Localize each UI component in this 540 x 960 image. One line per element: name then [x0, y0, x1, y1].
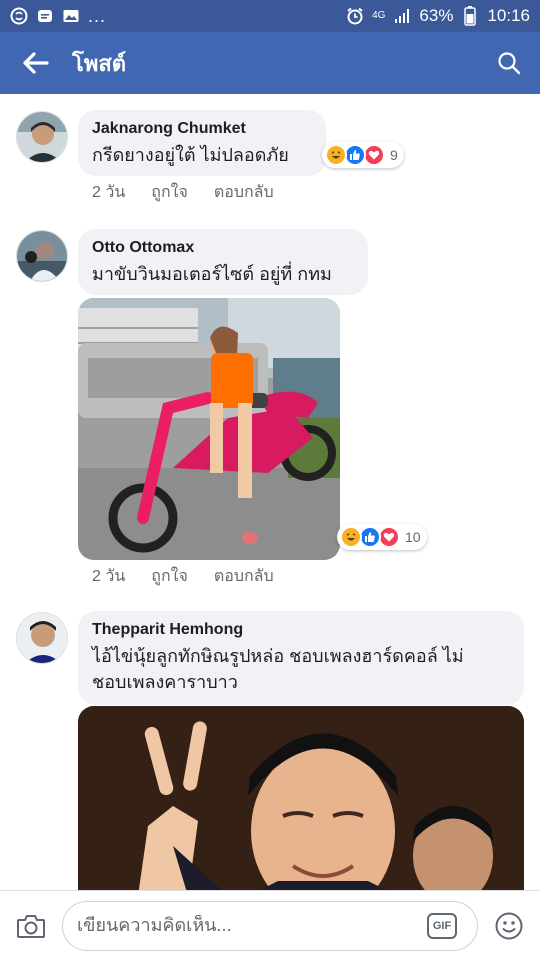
alarm-icon	[346, 7, 364, 25]
commenter-name[interactable]: Jaknarong Chumket	[92, 120, 312, 138]
image-icon	[62, 7, 80, 25]
battery-icon	[461, 6, 479, 26]
emoji-button[interactable]	[478, 911, 540, 941]
reaction-count: 9	[390, 147, 398, 163]
comment-text: กรีดยางอยู่ใต้ ไม่ปลอดภัย	[92, 145, 289, 165]
avatar[interactable]	[16, 230, 68, 282]
status-bar: ... 4G 63% 10:16	[0, 0, 540, 32]
reaction-count: 10	[405, 529, 421, 545]
haha-icon	[340, 526, 362, 548]
like-icon	[344, 144, 366, 166]
comment-input-box[interactable]: GIF	[62, 900, 478, 951]
search-button[interactable]	[478, 32, 540, 94]
messenger-icon	[36, 7, 54, 25]
comment-text-line-2: ชอบเพลงคาราบาว	[92, 672, 238, 692]
comment-text: มาขับวินมอเตอร์ไซต์ อยู่ที่ กทม	[92, 264, 332, 284]
reaction-summary[interactable]: 10	[337, 524, 427, 550]
comment-composer: GIF	[0, 890, 540, 960]
reply-link[interactable]: ตอบกลับ	[214, 564, 274, 589]
reaction-summary[interactable]: 9	[322, 142, 404, 168]
page-title: โพสต์	[72, 50, 127, 76]
comment-bubble[interactable]: Jaknarong Chumket กรีดยางอยู่ใต้ ไม่ปลอด…	[78, 110, 326, 176]
camera-icon	[17, 914, 45, 938]
portrait-photo	[78, 706, 524, 890]
comment-feed[interactable]: Jaknarong Chumket กรีดยางอยู่ใต้ ไม่ปลอด…	[0, 94, 540, 890]
comment-timestamp[interactable]: 2 วัน	[92, 180, 125, 205]
smiley-icon	[495, 912, 523, 939]
comment-bubble[interactable]: Thepparit Hemhong ไอ้ไข่นุ้ยลูกทักษิณรูป…	[78, 611, 524, 705]
commenter-name[interactable]: Otto Ottomax	[92, 239, 354, 257]
commenter-name[interactable]: Thepparit Hemhong	[92, 621, 510, 639]
comment-text-line-1: ไอ้ไข่นุ้ยลูกทักษิณรูปหล่อ ชอบเพลงฮาร์ดค…	[92, 646, 464, 666]
search-icon	[498, 52, 521, 75]
signal-icon	[393, 7, 411, 25]
haha-icon	[325, 144, 347, 166]
comment-actions: 2 วัน ถูกใจ ตอบกลับ	[92, 564, 274, 589]
reply-link[interactable]: ตอบกลับ	[214, 180, 274, 205]
comment-bubble[interactable]: Otto Ottomax มาขับวินมอเตอร์ไซต์ อยู่ที่…	[78, 229, 368, 295]
motorbike-photo	[78, 298, 340, 560]
comment-actions: 2 วัน ถูกใจ ตอบกลับ	[92, 180, 274, 205]
like-icon	[359, 526, 381, 548]
like-link[interactable]: ถูกใจ	[151, 180, 188, 205]
love-icon	[363, 144, 385, 166]
clock: 10:16	[487, 6, 530, 25]
arrow-left-icon	[23, 52, 49, 74]
avatar[interactable]	[16, 111, 68, 163]
overflow-dots: ...	[88, 5, 107, 26]
app-header: โพสต์	[0, 32, 540, 94]
gif-button[interactable]: GIF	[427, 912, 457, 939]
comment-timestamp[interactable]: 2 วัน	[92, 564, 125, 589]
camera-button[interactable]	[0, 913, 62, 939]
avatar[interactable]	[16, 612, 68, 664]
love-icon	[378, 526, 400, 548]
like-link[interactable]: ถูกใจ	[151, 564, 188, 589]
comment-input[interactable]	[77, 915, 427, 936]
comment-photo[interactable]	[78, 298, 340, 560]
back-button[interactable]	[0, 32, 72, 94]
battery-percent: 63%	[419, 6, 454, 25]
sync-icon	[10, 7, 28, 25]
comment-photo[interactable]	[78, 706, 524, 890]
network-type: 4G	[372, 10, 386, 21]
